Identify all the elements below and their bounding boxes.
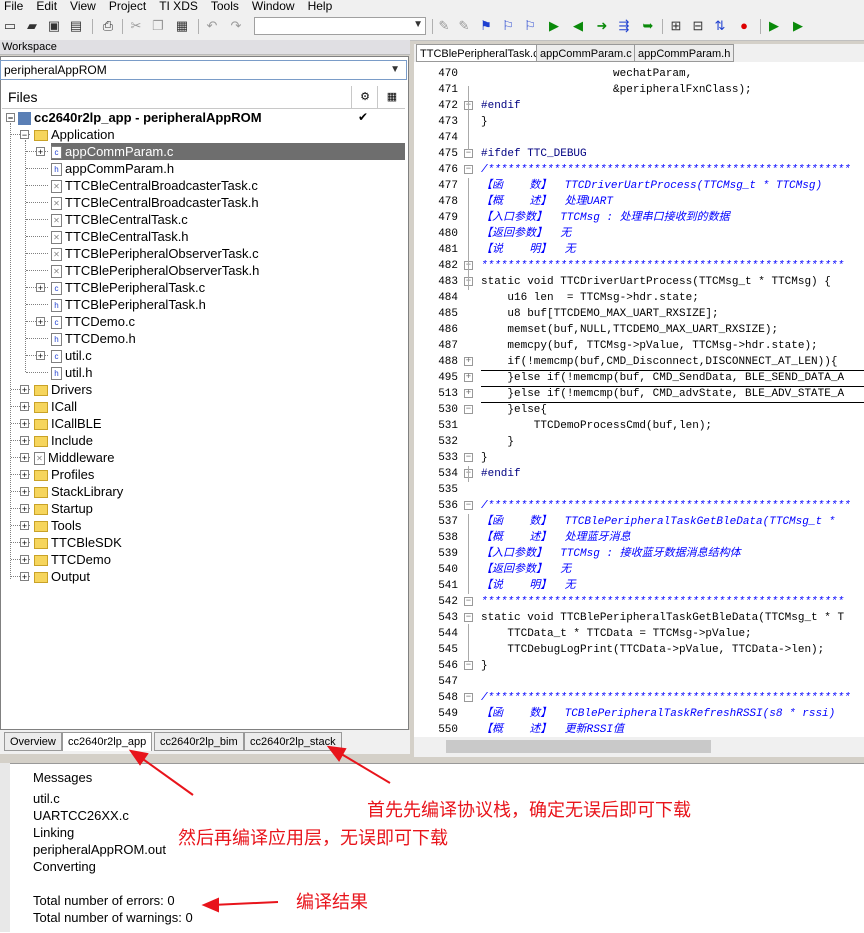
annotation-arrows (128, 745, 391, 913)
annotation-compile-app: 然后再编译应用层，无误即可下载 (178, 828, 448, 848)
annotation-compile-stack: 首先先编译协议栈，确定无误后即可下载 (367, 800, 691, 820)
annotation-compile-result: 编译结果 (296, 892, 368, 912)
